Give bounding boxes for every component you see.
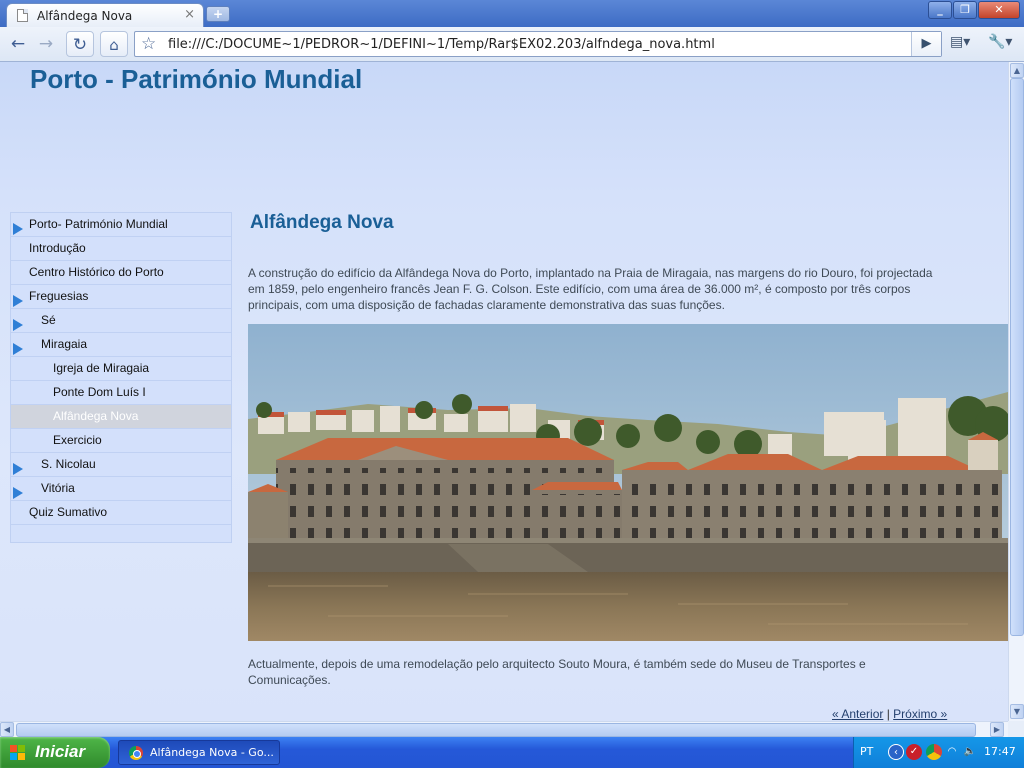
sidebar-item-label: Igreja de Miragaia [53,361,150,375]
taskbar: Iniciar Alfândega Nova - Go... PT ‹ ✓ ◠ … [0,737,1024,768]
alfandega-photo [248,324,1008,641]
previous-link[interactable]: « Anterior [832,707,883,721]
sidebar-item-8[interactable]: Alfândega Nova [11,405,231,429]
next-link[interactable]: Próximo » [893,707,947,721]
minimize-button[interactable]: _ [928,1,952,19]
close-window-button[interactable]: ✕ [978,1,1020,19]
clock: 17:47 [984,745,1016,758]
language-indicator[interactable]: PT [860,745,873,758]
reload-icon[interactable]: ↻ [66,31,94,57]
pager-separator: | [883,707,894,721]
sidebar-item-1[interactable]: Introdução [11,237,231,261]
page-menu-icon[interactable]: ▤▾ [950,34,970,50]
sidebar-item-6[interactable]: Igreja de Miragaia [11,357,231,381]
sidebar-item-2[interactable]: Centro Histórico do Porto [11,261,231,285]
shield-icon[interactable]: ✓ [906,744,922,760]
scroll-corner [1008,721,1024,737]
page-title: Alfândega Nova [250,212,394,233]
tab-close-icon[interactable]: × [184,7,195,22]
wifi-icon[interactable]: ◠ [944,744,960,760]
tab-title: Alfândega Nova [37,9,133,23]
back-arrow-icon[interactable]: ← [4,31,32,57]
site-title: Porto - Património Mundial [30,64,363,94]
home-icon[interactable]: ⌂ [100,31,128,57]
expand-arrow-icon [13,223,23,235]
expand-arrow-icon [13,295,23,307]
wrench-menu-icon[interactable]: 🔧▾ [988,34,1012,50]
sidebar-item-label: S. Nicolau [41,457,96,471]
pager: « Anterior | Próximo » [832,707,947,721]
scroll-right-icon[interactable]: ▶ [990,722,1004,737]
vertical-scroll-thumb[interactable] [1010,78,1024,636]
new-tab-button[interactable]: + [206,6,230,22]
sidebar-item-10[interactable]: S. Nicolau [11,453,231,477]
windows-logo-icon [10,745,26,761]
taskbar-item-label: Alfândega Nova - Go... [150,746,274,759]
sidebar-nav: Porto- Património Mundial Introdução Centr… [10,212,232,543]
sidebar-item-9[interactable]: Exercicio [11,429,231,453]
sidebar-item-4[interactable]: Sé [11,309,231,333]
horizontal-scrollbar[interactable]: ◀ ▶ [0,721,1008,737]
scroll-left-icon[interactable]: ◀ [0,722,14,737]
expand-arrow-icon [13,487,23,499]
back-arrow-tray-icon[interactable]: ‹ [888,744,904,760]
start-button[interactable]: Iniciar [0,737,110,768]
sidebar-item-label: Quiz Sumativo [29,505,108,519]
sidebar-item-3[interactable]: Freguesias [11,285,231,309]
sidebar-item-label: Sé [41,313,56,327]
system-tray: PT ‹ ✓ ◠ 🔈 17:47 [853,737,1024,768]
browser-toolbar: ← → ↻ ⌂ ☆ file:///C:/DOCUME~1/PEDROR~1/D… [0,27,1024,62]
sidebar-item-label: Vitória [41,481,75,495]
browser-titlebar: Alfândega Nova × + _ ❐ ✕ [0,0,1024,27]
browser-tab[interactable]: Alfândega Nova × [6,3,204,27]
closing-paragraph: Actualmente, depois de uma remodelação p… [248,657,866,687]
horizontal-scroll-thumb[interactable] [16,723,976,737]
sidebar-item-0[interactable]: Porto- Património Mundial [11,213,231,237]
forward-arrow-icon[interactable]: → [32,31,60,57]
sidebar-item-label: Exercicio [53,433,102,447]
sidebar-item-label: Introdução [29,241,86,255]
sidebar-item-label: Porto- Património Mundial [29,217,168,231]
sidebar-item-label: Ponte Dom Luís I [53,385,146,399]
sidebar-item-11[interactable]: Vitória [11,477,231,501]
chrome-icon [129,746,143,760]
vertical-scrollbar[interactable]: ▲ ▼ [1008,62,1024,721]
speaker-icon[interactable]: 🔈 [962,744,978,760]
sidebar-item-7[interactable]: Ponte Dom Luís I [11,381,231,405]
sidebar-item-label: Miragaia [41,337,88,351]
expand-arrow-icon [13,343,23,355]
address-bar[interactable]: ☆ file:///C:/DOCUME~1/PEDROR~1/DEFINI~1/… [134,31,942,57]
page-icon [17,9,28,22]
scroll-up-icon[interactable]: ▲ [1010,63,1024,78]
url-text[interactable]: file:///C:/DOCUME~1/PEDROR~1/DEFINI~1/Te… [168,37,715,52]
sidebar-item-12[interactable]: Quiz Sumativo [11,501,231,525]
intro-paragraph: A construção do edifício da Alfândega No… [248,266,933,312]
sidebar-item-5[interactable]: Miragaia [11,333,231,357]
page-viewport: Porto - Património Mundial Porto- Patrim… [0,62,1008,721]
sidebar-item-label: Freguesias [29,289,89,303]
scroll-down-icon[interactable]: ▼ [1010,704,1024,719]
taskbar-item-chrome[interactable]: Alfândega Nova - Go... [118,740,280,765]
expand-arrow-icon [13,463,23,475]
sidebar-item-label: Centro Histórico do Porto [29,265,164,279]
bookmark-star-icon[interactable]: ☆ [141,34,156,54]
start-label: Iniciar [35,742,86,761]
sidebar-item-label: Alfândega Nova [53,409,139,423]
chrome-tray-icon[interactable] [926,744,942,760]
go-button[interactable]: ▶ [911,32,941,56]
expand-arrow-icon [13,319,23,331]
maximize-button[interactable]: ❐ [953,1,977,19]
